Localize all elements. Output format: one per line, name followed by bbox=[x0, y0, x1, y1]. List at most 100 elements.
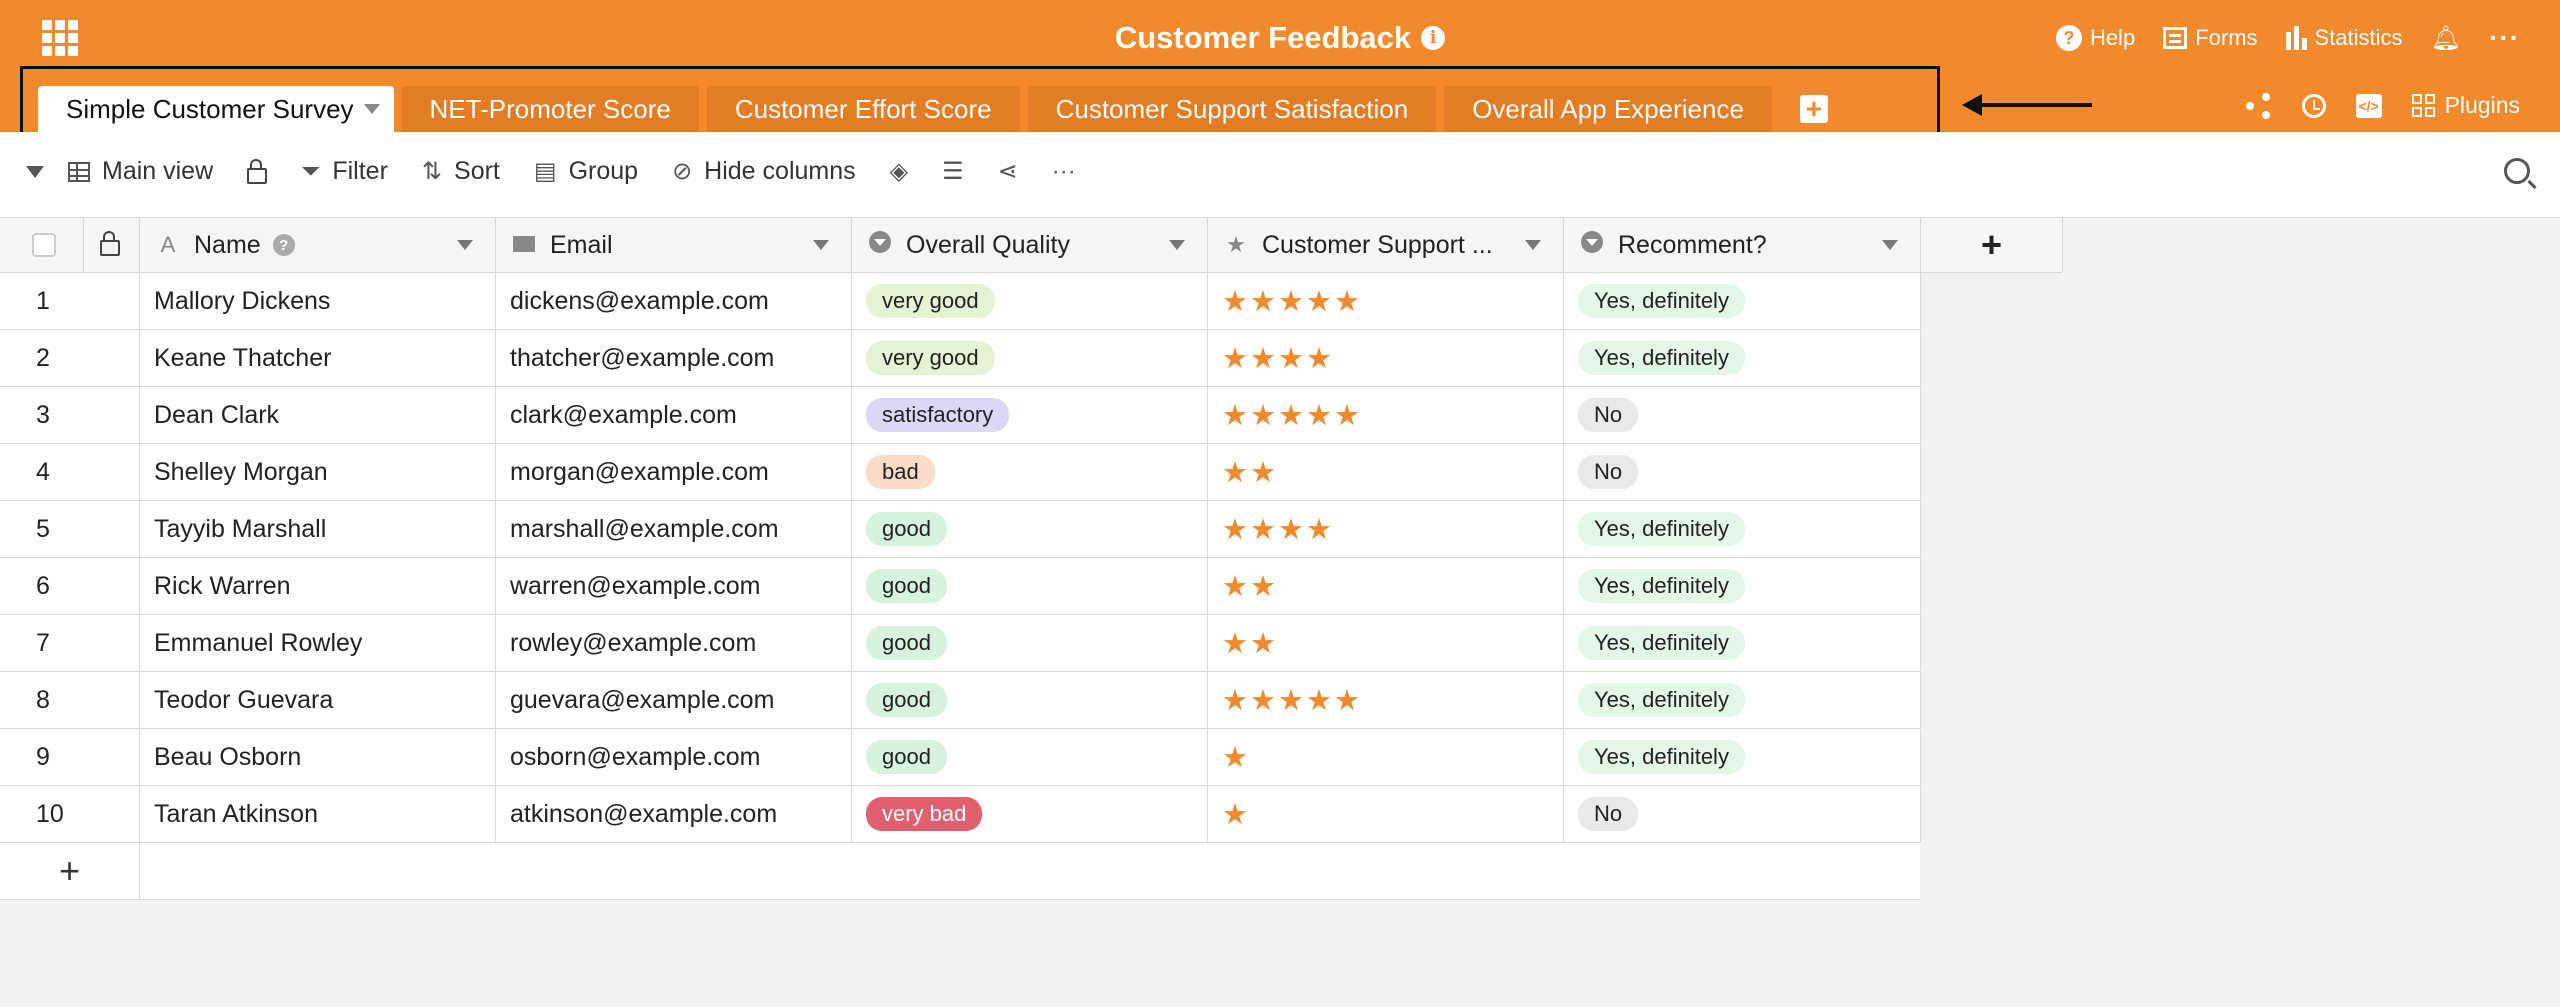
row-number-cell[interactable]: 8 bbox=[0, 672, 140, 728]
rating-cell[interactable]: ★★★★★ bbox=[1208, 273, 1564, 329]
more-tools-icon[interactable]: ··· bbox=[1052, 158, 1076, 186]
share-view-icon[interactable]: ⋖ bbox=[998, 157, 1018, 186]
table-row[interactable]: 6 Rick Warren warren@example.com good ★★ Yes,… bbox=[0, 558, 1921, 615]
overall-quality-cell[interactable]: good bbox=[852, 672, 1208, 728]
name-cell[interactable]: Emmanuel Rowley bbox=[140, 615, 496, 671]
column-header-recomment[interactable]: Recomment? bbox=[1564, 218, 1921, 272]
filter-button[interactable]: ⏷ Filter bbox=[301, 157, 388, 186]
table-row[interactable]: 2 Keane Thatcher thatcher@example.com very … bbox=[0, 330, 1921, 387]
recommend-cell[interactable]: Yes, definitely bbox=[1564, 330, 1921, 386]
row-number-cell[interactable]: 5 bbox=[0, 501, 140, 557]
paint-bucket-icon[interactable]: ◈ bbox=[890, 157, 908, 186]
email-cell[interactable]: marshall@example.com bbox=[496, 501, 852, 557]
overall-quality-cell[interactable]: good bbox=[852, 729, 1208, 785]
rating-cell[interactable]: ★★★★★ bbox=[1208, 672, 1564, 728]
overall-quality-cell[interactable]: good bbox=[852, 501, 1208, 557]
recommend-cell[interactable]: No bbox=[1564, 786, 1921, 842]
recommend-cell[interactable]: Yes, definitely bbox=[1564, 729, 1921, 785]
rating-cell[interactable]: ★★★★ bbox=[1208, 501, 1564, 557]
name-cell[interactable]: Taran Atkinson bbox=[140, 786, 496, 842]
email-cell[interactable]: dickens@example.com bbox=[496, 273, 852, 329]
recommend-cell[interactable]: No bbox=[1564, 444, 1921, 500]
rating-cell[interactable]: ★★★★ bbox=[1208, 330, 1564, 386]
select-all-checkbox[interactable] bbox=[32, 233, 56, 257]
recommend-cell[interactable]: Yes, definitely bbox=[1564, 273, 1921, 329]
row-number-cell[interactable]: 3 bbox=[0, 387, 140, 443]
row-number-cell[interactable]: 2 bbox=[0, 330, 140, 386]
email-cell[interactable]: guevara@example.com bbox=[496, 672, 852, 728]
table-row[interactable]: 3 Dean Clark clark@example.com satisfactory… bbox=[0, 387, 1921, 444]
row-number-cell[interactable]: 1 bbox=[0, 273, 140, 329]
column-header-email[interactable]: Email bbox=[496, 218, 852, 272]
overall-quality-cell[interactable]: very bad bbox=[852, 786, 1208, 842]
name-cell[interactable]: Keane Thatcher bbox=[140, 330, 496, 386]
rating-cell[interactable]: ★ bbox=[1208, 729, 1564, 785]
table-row[interactable]: 1 Mallory Dickens dickens@example.com very … bbox=[0, 273, 1921, 330]
column-header-name[interactable]: A Name ? bbox=[140, 218, 496, 272]
help-icon[interactable]: ? bbox=[272, 234, 295, 256]
email-cell[interactable]: thatcher@example.com bbox=[496, 330, 852, 386]
row-height-icon[interactable]: ☰ bbox=[942, 157, 964, 186]
recommend-cell[interactable]: No bbox=[1564, 387, 1921, 443]
chevron-down-icon[interactable] bbox=[1525, 240, 1541, 250]
name-cell[interactable]: Dean Clark bbox=[140, 387, 496, 443]
base-title[interactable]: Customer Feedback bbox=[1115, 20, 1411, 56]
overall-quality-cell[interactable]: satisfactory bbox=[852, 387, 1208, 443]
email-cell[interactable]: atkinson@example.com bbox=[496, 786, 852, 842]
column-header-overall-quality[interactable]: Overall Quality bbox=[852, 218, 1208, 272]
overall-quality-cell[interactable]: very good bbox=[852, 273, 1208, 329]
email-cell[interactable]: morgan@example.com bbox=[496, 444, 852, 500]
recommend-cell[interactable]: Yes, definitely bbox=[1564, 558, 1921, 614]
chevron-down-icon[interactable] bbox=[1169, 240, 1185, 250]
rating-cell[interactable]: ★★★★★ bbox=[1208, 387, 1564, 443]
search-icon[interactable] bbox=[2504, 158, 2530, 184]
name-cell[interactable]: Mallory Dickens bbox=[140, 273, 496, 329]
row-number-cell[interactable]: 9 bbox=[0, 729, 140, 785]
hide-columns-button[interactable]: ⊘ Hide columns bbox=[672, 157, 856, 186]
rating-cell[interactable]: ★★ bbox=[1208, 444, 1564, 500]
history-icon[interactable] bbox=[2301, 93, 2326, 118]
row-number-cell[interactable]: 7 bbox=[0, 615, 140, 671]
rating-cell[interactable]: ★★ bbox=[1208, 615, 1564, 671]
row-number-cell[interactable]: 6 bbox=[0, 558, 140, 614]
add-row-button[interactable]: + bbox=[0, 843, 140, 899]
more-options-icon[interactable]: ··· bbox=[2489, 22, 2520, 54]
chevron-down-icon[interactable] bbox=[1882, 240, 1898, 250]
recommend-cell[interactable]: Yes, definitely bbox=[1564, 672, 1921, 728]
email-cell[interactable]: warren@example.com bbox=[496, 558, 852, 614]
row-number-cell[interactable]: 10 bbox=[0, 786, 140, 842]
email-cell[interactable]: osborn@example.com bbox=[496, 729, 852, 785]
name-cell[interactable]: Shelley Morgan bbox=[140, 444, 496, 500]
table-row[interactable]: 7 Emmanuel Rowley rowley@example.com good ★★… bbox=[0, 615, 1921, 672]
info-icon[interactable]: i bbox=[1421, 26, 1446, 50]
table-row[interactable]: 5 Tayyib Marshall marshall@example.com good… bbox=[0, 501, 1921, 558]
sort-button[interactable]: ⇅ Sort bbox=[422, 157, 500, 186]
bell-icon[interactable]: 🔔︎ bbox=[2431, 24, 2461, 53]
email-cell[interactable]: clark@example.com bbox=[496, 387, 852, 443]
chevron-down-icon[interactable] bbox=[457, 240, 473, 250]
overall-quality-cell[interactable]: very good bbox=[852, 330, 1208, 386]
name-cell[interactable]: Teodor Guevara bbox=[140, 672, 496, 728]
overall-quality-cell[interactable]: good bbox=[852, 558, 1208, 614]
plugins-button[interactable]: Plugins bbox=[2411, 92, 2520, 119]
rating-cell[interactable]: ★★ bbox=[1208, 558, 1564, 614]
view-selector[interactable]: Main view bbox=[26, 157, 213, 186]
overall-quality-cell[interactable]: bad bbox=[852, 444, 1208, 500]
add-column-button[interactable]: + bbox=[1921, 218, 2063, 272]
forms-button[interactable]: Forms bbox=[2163, 25, 2258, 51]
table-row[interactable]: 10 Taran Atkinson atkinson@example.com very… bbox=[0, 786, 1921, 843]
lock-column-cell[interactable] bbox=[84, 218, 140, 272]
column-header-customer-support[interactable]: ★ Customer Support ... bbox=[1208, 218, 1564, 272]
recommend-cell[interactable]: Yes, definitely bbox=[1564, 501, 1921, 557]
name-cell[interactable]: Tayyib Marshall bbox=[140, 501, 496, 557]
name-cell[interactable]: Beau Osborn bbox=[140, 729, 496, 785]
name-cell[interactable]: Rick Warren bbox=[140, 558, 496, 614]
chevron-down-icon[interactable] bbox=[813, 240, 829, 250]
group-button[interactable]: ▤ Group bbox=[534, 157, 638, 186]
statistics-button[interactable]: Statistics bbox=[2285, 25, 2403, 51]
table-row[interactable]: 8 Teodor Guevara guevara@example.com good ★★… bbox=[0, 672, 1921, 729]
unlock-icon[interactable] bbox=[247, 158, 268, 184]
rating-cell[interactable]: ★ bbox=[1208, 786, 1564, 842]
row-number-cell[interactable]: 4 bbox=[0, 444, 140, 500]
email-cell[interactable]: rowley@example.com bbox=[496, 615, 852, 671]
